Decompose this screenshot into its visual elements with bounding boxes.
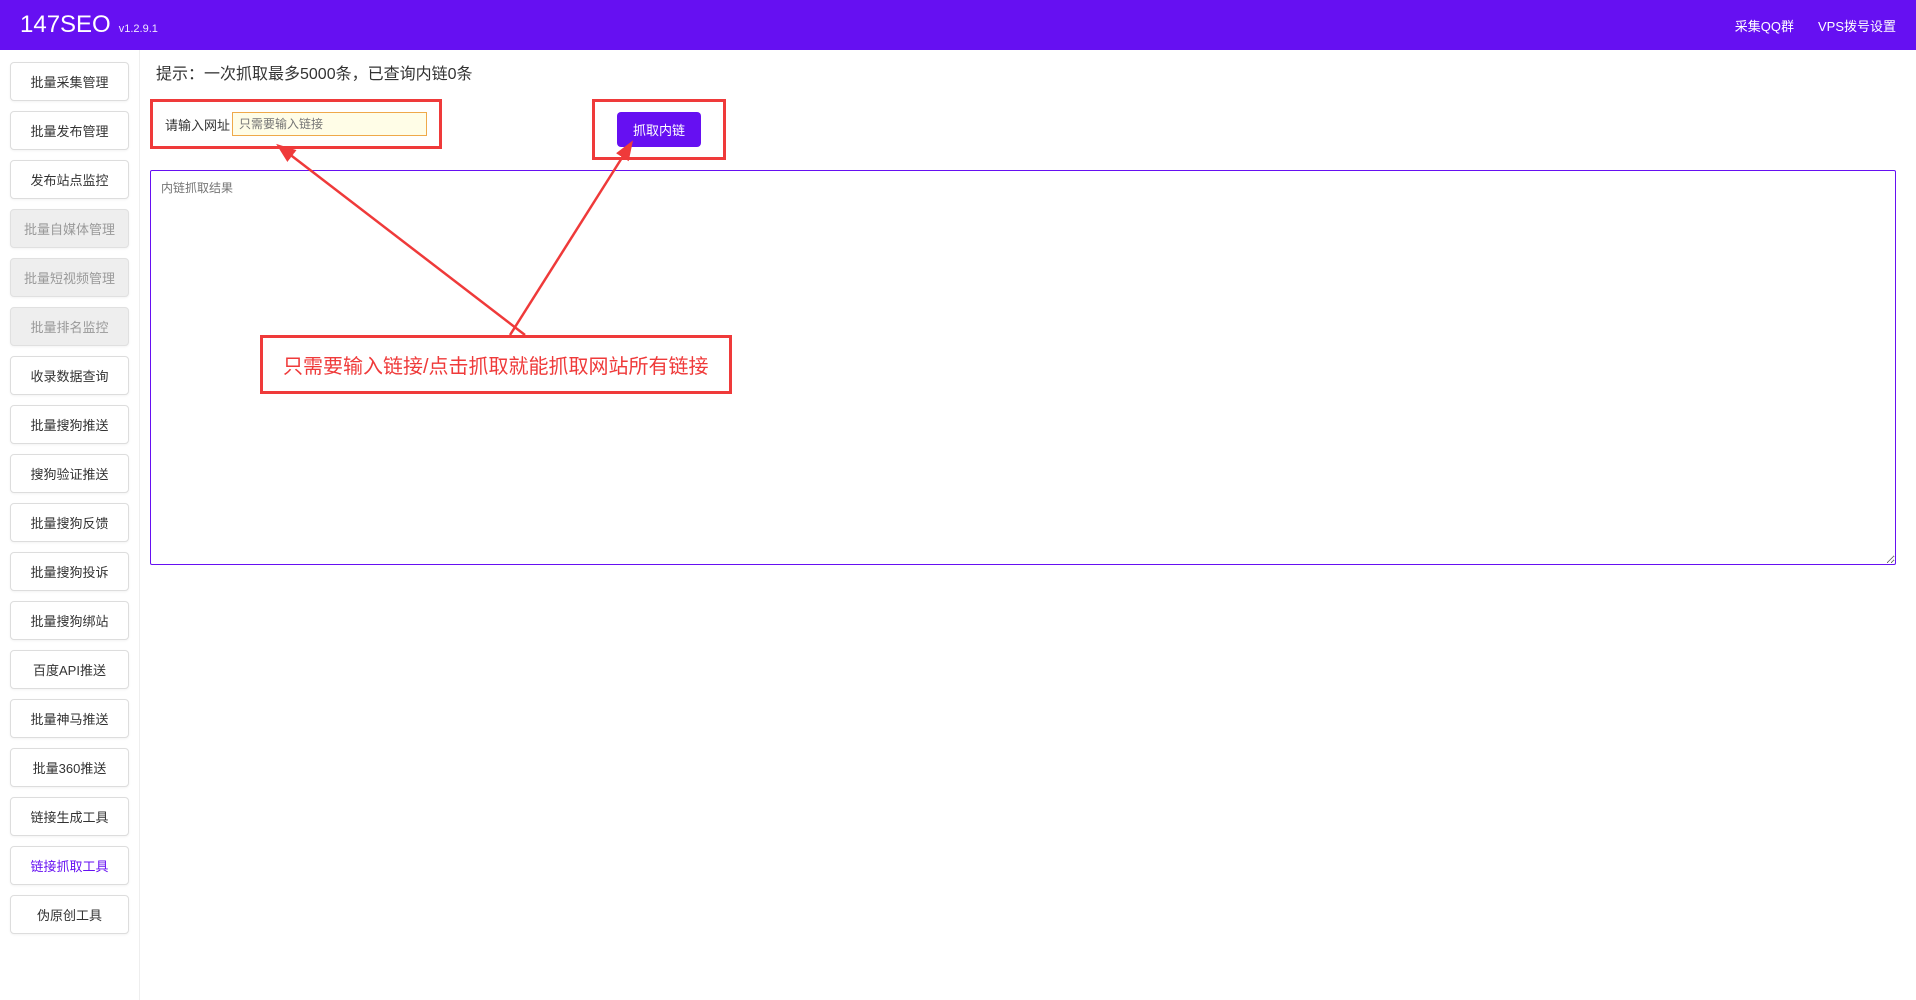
annotation-text-box: 只需要输入链接/点击抓取就能抓取网站所有链接 bbox=[260, 335, 732, 394]
sidebar: 批量采集管理 批量发布管理 发布站点监控 批量自媒体管理 批量短视频管理 批量排… bbox=[0, 50, 140, 1000]
sidebar-item-sogou-bind[interactable]: 批量搜狗绑站 bbox=[10, 601, 129, 640]
qq-group-link[interactable]: 采集QQ群 bbox=[1735, 16, 1794, 35]
url-input-label: 请输入网址 bbox=[165, 115, 230, 134]
header-links: 采集QQ群 VPS拨号设置 bbox=[1735, 16, 1896, 35]
app-header: 147SEO v1.2.9.1 采集QQ群 VPS拨号设置 bbox=[0, 0, 1916, 50]
sidebar-item-baidu-api[interactable]: 百度API推送 bbox=[10, 650, 129, 689]
sidebar-item-sogou-feedback[interactable]: 批量搜狗反馈 bbox=[10, 503, 129, 542]
sidebar-item-link-fetch[interactable]: 链接抓取工具 bbox=[10, 846, 129, 885]
fetch-button[interactable]: 抓取内链 bbox=[617, 112, 701, 147]
header-brand: 147SEO v1.2.9.1 bbox=[20, 11, 158, 39]
sidebar-item-collect-manage[interactable]: 批量采集管理 bbox=[10, 62, 129, 101]
sidebar-item-publish-manage[interactable]: 批量发布管理 bbox=[10, 111, 129, 150]
annotation-text: 只需要输入链接/点击抓取就能抓取网站所有链接 bbox=[283, 356, 709, 378]
sidebar-item-shenma-push[interactable]: 批量神马推送 bbox=[10, 699, 129, 738]
app-version: v1.2.9.1 bbox=[119, 23, 158, 35]
annotation-arrow-right bbox=[500, 145, 650, 345]
vps-settings-link[interactable]: VPS拨号设置 bbox=[1818, 16, 1896, 35]
sidebar-item-link-gen[interactable]: 链接生成工具 bbox=[10, 797, 129, 836]
sidebar-item-video-manage: 批量短视频管理 bbox=[10, 258, 129, 297]
sidebar-item-rank-monitor: 批量排名监控 bbox=[10, 307, 129, 346]
tip-text: 提示：一次抓取最多5000条，已查询内链0条 bbox=[150, 60, 1896, 84]
main-layout: 批量采集管理 批量发布管理 发布站点监控 批量自媒体管理 批量短视频管理 批量排… bbox=[0, 50, 1916, 1000]
url-input[interactable] bbox=[232, 112, 427, 136]
sidebar-item-index-query[interactable]: 收录数据查询 bbox=[10, 356, 129, 395]
sidebar-item-media-manage: 批量自媒体管理 bbox=[10, 209, 129, 248]
sidebar-item-sogou-push[interactable]: 批量搜狗推送 bbox=[10, 405, 129, 444]
main-content: 提示：一次抓取最多5000条，已查询内链0条 请输入网址 抓取内链 只需要输入链… bbox=[140, 50, 1916, 1000]
sidebar-item-sogou-verify[interactable]: 搜狗验证推送 bbox=[10, 454, 129, 493]
app-title: 147SEO bbox=[20, 11, 111, 39]
input-annotation-box: 请输入网址 bbox=[150, 99, 442, 149]
sidebar-item-360-push[interactable]: 批量360推送 bbox=[10, 748, 129, 787]
sidebar-item-site-monitor[interactable]: 发布站点监控 bbox=[10, 160, 129, 199]
sidebar-item-sogou-complaint[interactable]: 批量搜狗投诉 bbox=[10, 552, 129, 591]
sidebar-item-pseudo-original[interactable]: 伪原创工具 bbox=[10, 895, 129, 934]
